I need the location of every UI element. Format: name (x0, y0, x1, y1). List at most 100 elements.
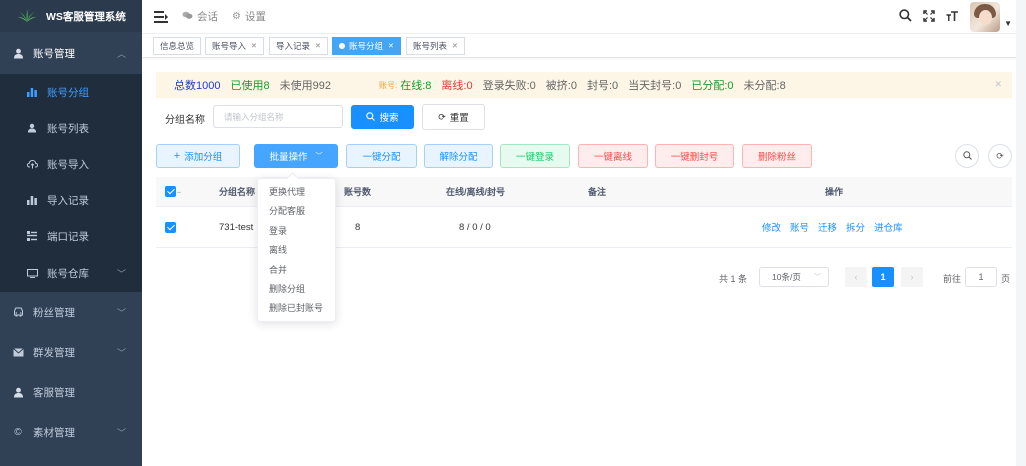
refresh-icon: ⟳ (996, 150, 1004, 161)
avatar[interactable] (970, 2, 1001, 32)
toggle-search-button[interactable] (955, 144, 979, 168)
plus-icon: + (173, 150, 181, 162)
delete-banned-button[interactable]: 一键删封号 (655, 144, 734, 168)
active-dot-icon (339, 43, 345, 49)
tab-account-list[interactable]: 账号列表 ✕ (406, 37, 465, 55)
prev-page-button[interactable]: ‹ (845, 267, 867, 287)
chat-icon (182, 11, 193, 23)
delete-banned-label: 一键删封号 (670, 152, 719, 163)
reset-button[interactable]: ⟳ 重置 (422, 104, 485, 130)
login-all-button[interactable]: 一键登录 (500, 144, 570, 168)
user-icon (12, 387, 24, 398)
close-icon[interactable]: ✕ (388, 42, 394, 50)
goto-page-input[interactable]: 1 (965, 267, 997, 287)
close-icon[interactable]: ✕ (315, 42, 321, 50)
cell-operations: 修改 账号 迁移 拆分 进仓库 (762, 207, 912, 247)
sidebar-item-label: 端口记录 (47, 230, 89, 243)
offline-all-button[interactable]: 一键离线 (578, 144, 648, 168)
column-remark: 备注 (588, 187, 607, 197)
tab-label: 账号列表 (413, 41, 448, 51)
dropdown-item-merge[interactable]: 合并 (258, 261, 335, 280)
sidebar-item-import-records[interactable]: 导入记录 (0, 182, 142, 218)
dropdown-item-login[interactable]: 登录 (258, 222, 335, 241)
close-icon[interactable]: ✕ (251, 42, 257, 50)
row-checkbox[interactable] (165, 207, 176, 247)
sidebar-item-port-records[interactable]: 端口记录 (0, 218, 142, 254)
next-page-button[interactable]: › (901, 267, 923, 287)
sidebar-item-label: 账号仓库 (47, 267, 89, 280)
unassign-button[interactable]: 解除分配 (424, 144, 493, 168)
checkbox-checked-icon (165, 221, 176, 233)
menu-label: 客服管理 (33, 386, 75, 399)
menu-agent-management[interactable]: 客服管理 (0, 372, 142, 412)
batch-operation-button[interactable]: 批量操作 ﹀ (254, 144, 338, 168)
assign-all-button[interactable]: 一键分配 (346, 144, 417, 168)
menu-account-management[interactable]: 账号管理 ︿ (0, 32, 142, 74)
dropdown-item-offline[interactable]: 离线 (258, 241, 335, 260)
top-navbar: 会话 ⚙ 设置 ▼ (142, 0, 1026, 34)
bar-chart-icon (26, 195, 38, 205)
unassign-label: 解除分配 (439, 152, 478, 163)
close-icon[interactable]: ✕ (452, 42, 458, 50)
split-link[interactable]: 拆分 (846, 220, 865, 234)
dropdown-item-assign-agent[interactable]: 分配客服 (258, 202, 335, 221)
goto-suffix: 页 (1001, 274, 1011, 284)
stat-unused: 未使用992 (279, 80, 331, 92)
menu-label: 账号管理 (33, 47, 75, 60)
close-icon[interactable]: ✕ (994, 79, 1002, 90)
car-icon (12, 307, 24, 317)
add-group-button[interactable]: + 添加分组 (156, 144, 240, 168)
select-all-checkbox[interactable]: .. (165, 177, 181, 206)
group-name-input[interactable] (213, 105, 343, 128)
migrate-link[interactable]: 迁移 (818, 220, 837, 234)
sidebar-item-account-warehouse[interactable]: 账号仓库 ﹀ (0, 254, 142, 292)
sidebar-item-account-import[interactable]: 账号导入 (0, 146, 142, 182)
hamburger-icon[interactable] (154, 10, 168, 23)
caret-down-icon[interactable]: ▼ (1004, 19, 1012, 28)
search-button[interactable]: 搜索 (351, 105, 414, 129)
stat-online: 在线:8 (400, 80, 432, 92)
fullscreen-icon[interactable] (923, 9, 935, 25)
edit-link[interactable]: 修改 (762, 220, 781, 234)
tab-account-group[interactable]: 账号分组 ✕ (332, 37, 401, 55)
chevron-left-icon: ‹ (854, 272, 858, 282)
chevron-down-icon: ﹀ (116, 268, 126, 279)
page-number-button[interactable]: 1 (872, 267, 894, 287)
mail-icon (12, 347, 24, 357)
dropdown-item-delete-group[interactable]: 删除分组 (258, 280, 335, 299)
monitor-icon (26, 268, 38, 278)
top-link-label: 设置 (244, 11, 266, 23)
to-warehouse-link[interactable]: 进仓库 (874, 220, 903, 234)
batch-operation-label: 批量操作 (269, 152, 308, 163)
cell-status: 8 / 0 / 0 (459, 221, 491, 233)
add-group-label: 添加分组 (184, 152, 223, 163)
user-icon (26, 123, 38, 133)
dropdown-item-change-proxy[interactable]: 更换代理 (258, 183, 335, 202)
top-link-chat[interactable]: 会话 (182, 9, 218, 24)
top-link-settings[interactable]: ⚙ 设置 (232, 9, 266, 24)
dropdown-item-delete-banned[interactable]: 删除已封账号 (258, 299, 335, 318)
cloud-upload-icon (26, 159, 38, 169)
menu-label: 素材管理 (33, 426, 75, 439)
accounts-link[interactable]: 账号 (790, 220, 809, 234)
tab-import-records[interactable]: 导入记录 ✕ (269, 37, 328, 55)
font-size-icon[interactable] (946, 10, 959, 25)
sidebar-item-label: 账号导入 (47, 158, 89, 171)
chevron-down-icon: ﹀ (116, 347, 126, 358)
sidebar-item-account-group[interactable]: 账号分组 (0, 74, 142, 110)
page-size-select[interactable]: 10条/页 ﹀ (759, 267, 829, 287)
tab-label: 账号分组 (349, 41, 384, 51)
tab-overview[interactable]: 信息总览 (153, 37, 202, 55)
goto-label: 前往 (943, 274, 962, 284)
menu-material-management[interactable]: © 素材管理 ﹀ (0, 412, 142, 452)
tab-account-import[interactable]: 账号导入 ✕ (205, 37, 264, 55)
menu-fans-management[interactable]: 粉丝管理 ﹀ (0, 292, 142, 332)
search-icon[interactable] (899, 9, 912, 25)
refresh-button[interactable]: ⟳ (988, 144, 1012, 168)
sidebar-item-account-list[interactable]: 账号列表 (0, 110, 142, 146)
delete-fans-button[interactable]: 删除粉丝 (742, 144, 812, 168)
chevron-up-icon: ︿ (116, 48, 126, 59)
stat-used: 已使用8 (230, 80, 270, 92)
search-icon (962, 150, 972, 162)
menu-broadcast-management[interactable]: 群发管理 ﹀ (0, 332, 142, 372)
